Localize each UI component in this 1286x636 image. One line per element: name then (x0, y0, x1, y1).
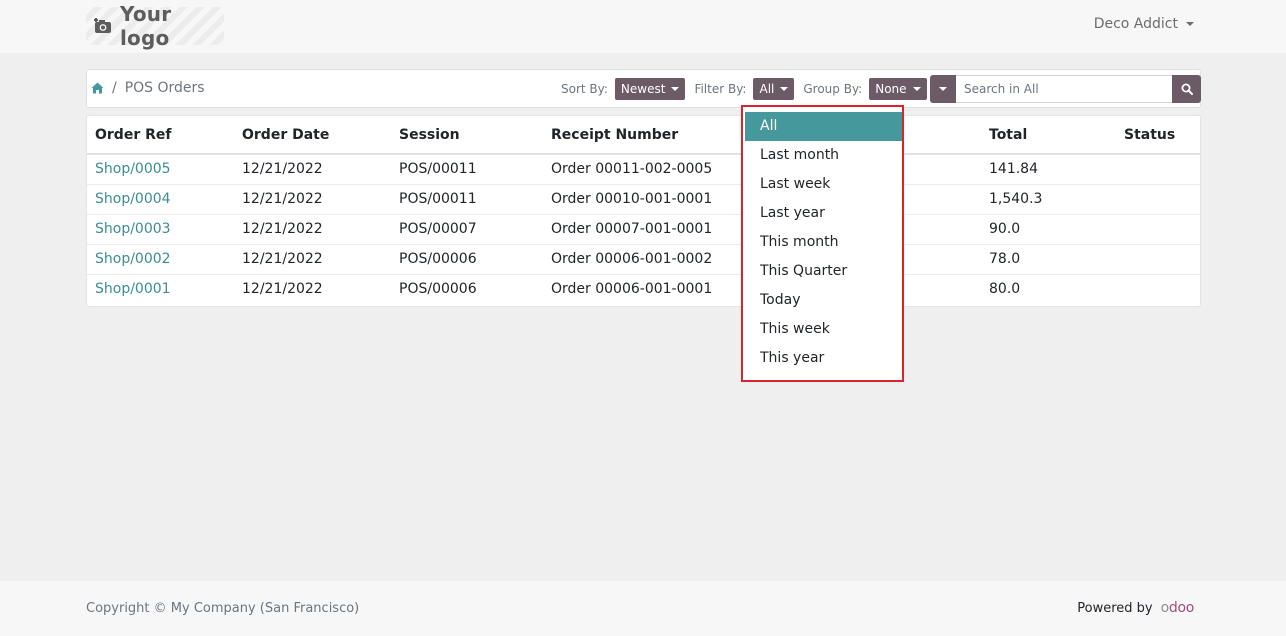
sort-label: Sort By: (561, 82, 608, 96)
breadcrumb-separator: / (112, 80, 117, 96)
table-row[interactable]: Shop/0004 12/21/2022 POS/00011 Order 000… (87, 185, 1200, 215)
order-date: 12/21/2022 (242, 221, 323, 237)
breadcrumb-current: POS Orders (124, 80, 205, 96)
caret-down-icon (671, 87, 680, 91)
session: POS/00006 (399, 281, 477, 297)
order-date: 12/21/2022 (242, 191, 323, 207)
odoo-logo[interactable]: odoo (1160, 600, 1195, 616)
filter-option-this-quarter[interactable]: This Quarter (745, 257, 902, 286)
order-ref-link[interactable]: Shop/0004 (95, 191, 171, 207)
table-row[interactable]: Shop/0001 12/21/2022 POS/00006 Order 000… (87, 275, 1200, 305)
order-ref-link[interactable]: Shop/0003 (95, 221, 171, 237)
column-header-status[interactable]: Status (1124, 127, 1175, 143)
session: POS/00006 (399, 251, 477, 267)
camera-icon (94, 18, 112, 34)
search-options-button[interactable] (930, 75, 956, 103)
filter-option-this-week[interactable]: This week (745, 315, 902, 344)
group-value: None (875, 82, 907, 96)
powered-by-label: Powered by (1077, 600, 1153, 616)
powered-by[interactable]: Powered by odoo (1077, 600, 1194, 616)
orders-table: Order Ref Order Date Session Receipt Num… (86, 115, 1201, 307)
column-header-order-date[interactable]: Order Date (242, 127, 329, 143)
home-icon[interactable] (91, 82, 104, 94)
caret-down-icon (912, 87, 921, 91)
search-input[interactable] (956, 75, 1172, 103)
filter-option-this-year[interactable]: This year (745, 344, 902, 373)
column-header-total[interactable]: Total (989, 127, 1027, 143)
caret-down-icon (939, 87, 947, 91)
total: 141.84 (989, 161, 1038, 177)
site-header: Your logo Deco Addict (0, 0, 1286, 53)
filter-dropdown-menu: All Last month Last week Last year This … (741, 105, 904, 382)
filter-label: Filter By: (694, 82, 747, 96)
receipt-number: Order 00011-002-0005 (551, 161, 713, 177)
total: 80.0 (989, 281, 1021, 297)
table-row[interactable]: Shop/0005 12/21/2022 POS/00011 Order 000… (87, 155, 1200, 185)
column-header-receipt-number[interactable]: Receipt Number (551, 127, 678, 143)
receipt-number: Order 00010-001-0001 (551, 191, 713, 207)
filter-value: All (759, 82, 775, 96)
group-label: Group By: (803, 82, 863, 96)
total: 78.0 (989, 251, 1021, 267)
caret-down-icon (780, 87, 789, 91)
filter-option-this-month[interactable]: This month (745, 228, 902, 257)
receipt-number: Order 00007-001-0001 (551, 221, 713, 237)
order-ref-link[interactable]: Shop/0002 (95, 251, 171, 267)
receipt-number: Order 00006-001-0002 (551, 251, 713, 267)
column-header-session[interactable]: Session (399, 127, 460, 143)
order-date: 12/21/2022 (242, 281, 323, 297)
filter-dropdown-button[interactable]: All (753, 78, 795, 100)
toolbar-controls: Sort By: Newest Filter By: All Group By:… (561, 78, 936, 100)
sort-dropdown-button[interactable]: Newest (614, 78, 686, 100)
caret-down-icon (1186, 22, 1194, 26)
session: POS/00011 (399, 161, 477, 177)
user-menu[interactable]: Deco Addict (1094, 16, 1194, 32)
portal-toolbar: / POS Orders Sort By: Newest Filter By: … (86, 69, 1201, 108)
filter-option-all[interactable]: All (745, 112, 902, 141)
user-name: Deco Addict (1093, 16, 1178, 32)
session: POS/00007 (399, 221, 477, 237)
order-ref-link[interactable]: Shop/0001 (95, 281, 171, 297)
order-date: 12/21/2022 (242, 161, 323, 177)
session: POS/00011 (399, 191, 477, 207)
table-row[interactable]: Shop/0002 12/21/2022 POS/00006 Order 000… (87, 245, 1200, 275)
column-header-order-ref[interactable]: Order Ref (95, 127, 171, 143)
table-row[interactable]: Shop/0003 12/21/2022 POS/00007 Order 000… (87, 215, 1200, 245)
order-date: 12/21/2022 (242, 251, 323, 267)
sort-value: Newest (620, 82, 666, 96)
site-logo[interactable]: Your logo (86, 2, 224, 50)
site-footer: Copyright © My Company (San Francisco) P… (0, 581, 1286, 636)
receipt-number: Order 00006-001-0001 (551, 281, 713, 297)
filter-option-today[interactable]: Today (745, 286, 902, 315)
search-button[interactable] (1172, 75, 1201, 103)
odoo-logo-rest: doo (1168, 600, 1194, 616)
copyright-text: Copyright © My Company (San Francisco) (86, 601, 360, 616)
filter-option-last-week[interactable]: Last week (745, 170, 902, 199)
total: 90.0 (989, 221, 1021, 237)
odoo-logo-o: o (1160, 600, 1170, 616)
search-icon (1181, 83, 1193, 95)
total: 1,540.3 (989, 191, 1043, 207)
group-dropdown-button[interactable]: None (869, 78, 927, 100)
order-ref-link[interactable]: Shop/0005 (95, 161, 171, 177)
logo-text: Your logo (120, 2, 172, 50)
filter-option-last-month[interactable]: Last month (745, 141, 902, 170)
filter-option-last-year[interactable]: Last year (745, 199, 902, 228)
search-group (930, 75, 1201, 103)
breadcrumb: / POS Orders (91, 80, 205, 96)
